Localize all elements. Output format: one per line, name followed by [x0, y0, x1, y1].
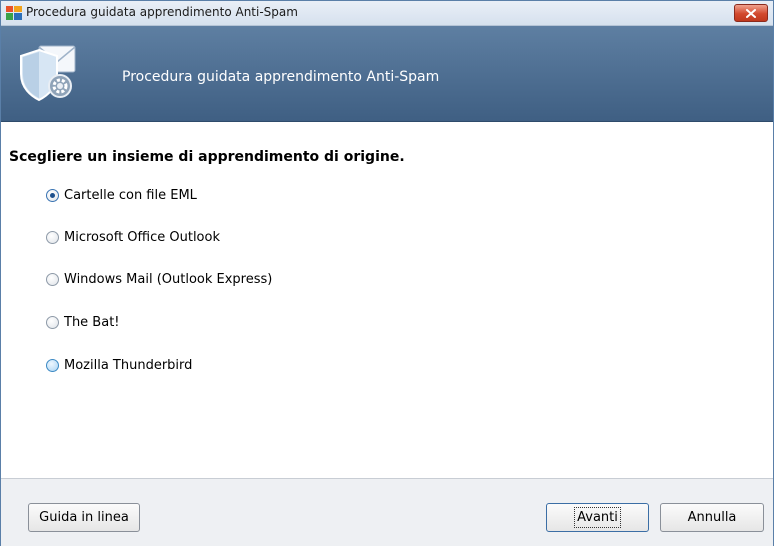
close-icon: [746, 8, 756, 18]
question-heading: Scegliere un insieme di apprendimento di…: [9, 149, 405, 165]
next-button[interactable]: Avanti: [546, 503, 649, 532]
radio-icon[interactable]: [46, 316, 59, 329]
radio-icon[interactable]: [46, 189, 59, 202]
option-label: Windows Mail (Outlook Express): [64, 272, 273, 287]
help-button[interactable]: Guida in linea: [28, 503, 140, 532]
option-label: The Bat!: [64, 315, 120, 330]
option-thunderbird[interactable]: Mozilla Thunderbird: [46, 358, 192, 373]
option-windows-mail[interactable]: Windows Mail (Outlook Express): [46, 272, 272, 287]
title-bar[interactable]: Procedura guidata apprendimento Anti-Spa…: [1, 1, 773, 26]
radio-icon[interactable]: [46, 359, 59, 372]
wizard-window: Procedura guidata apprendimento Anti-Spa…: [0, 0, 774, 546]
header-banner: Procedura guidata apprendimento Anti-Spa…: [1, 26, 773, 122]
cancel-button[interactable]: Annulla: [660, 503, 764, 532]
next-button-label: Avanti: [574, 507, 621, 528]
option-label: Mozilla Thunderbird: [64, 358, 193, 373]
mail-shield-gear-icon: [20, 45, 76, 102]
banner-title: Procedura guidata apprendimento Anti-Spa…: [122, 69, 440, 85]
cancel-button-label: Annulla: [687, 510, 737, 525]
radio-icon[interactable]: [46, 231, 59, 244]
option-label: Cartelle con file EML: [64, 188, 197, 203]
option-label: Microsoft Office Outlook: [64, 230, 220, 245]
wizard-content: Scegliere un insieme di apprendimento di…: [1, 122, 773, 478]
close-button[interactable]: [734, 4, 768, 22]
option-eml-folders[interactable]: Cartelle con file EML: [46, 188, 197, 203]
option-the-bat[interactable]: The Bat!: [46, 315, 120, 330]
option-outlook[interactable]: Microsoft Office Outlook: [46, 230, 220, 245]
help-button-label: Guida in linea: [39, 510, 129, 525]
window-title: Procedura guidata apprendimento Anti-Spa…: [26, 5, 298, 19]
avg-app-icon: [6, 6, 22, 20]
radio-icon[interactable]: [46, 273, 59, 286]
wizard-footer: Guida in linea Avanti Annulla: [1, 478, 773, 546]
